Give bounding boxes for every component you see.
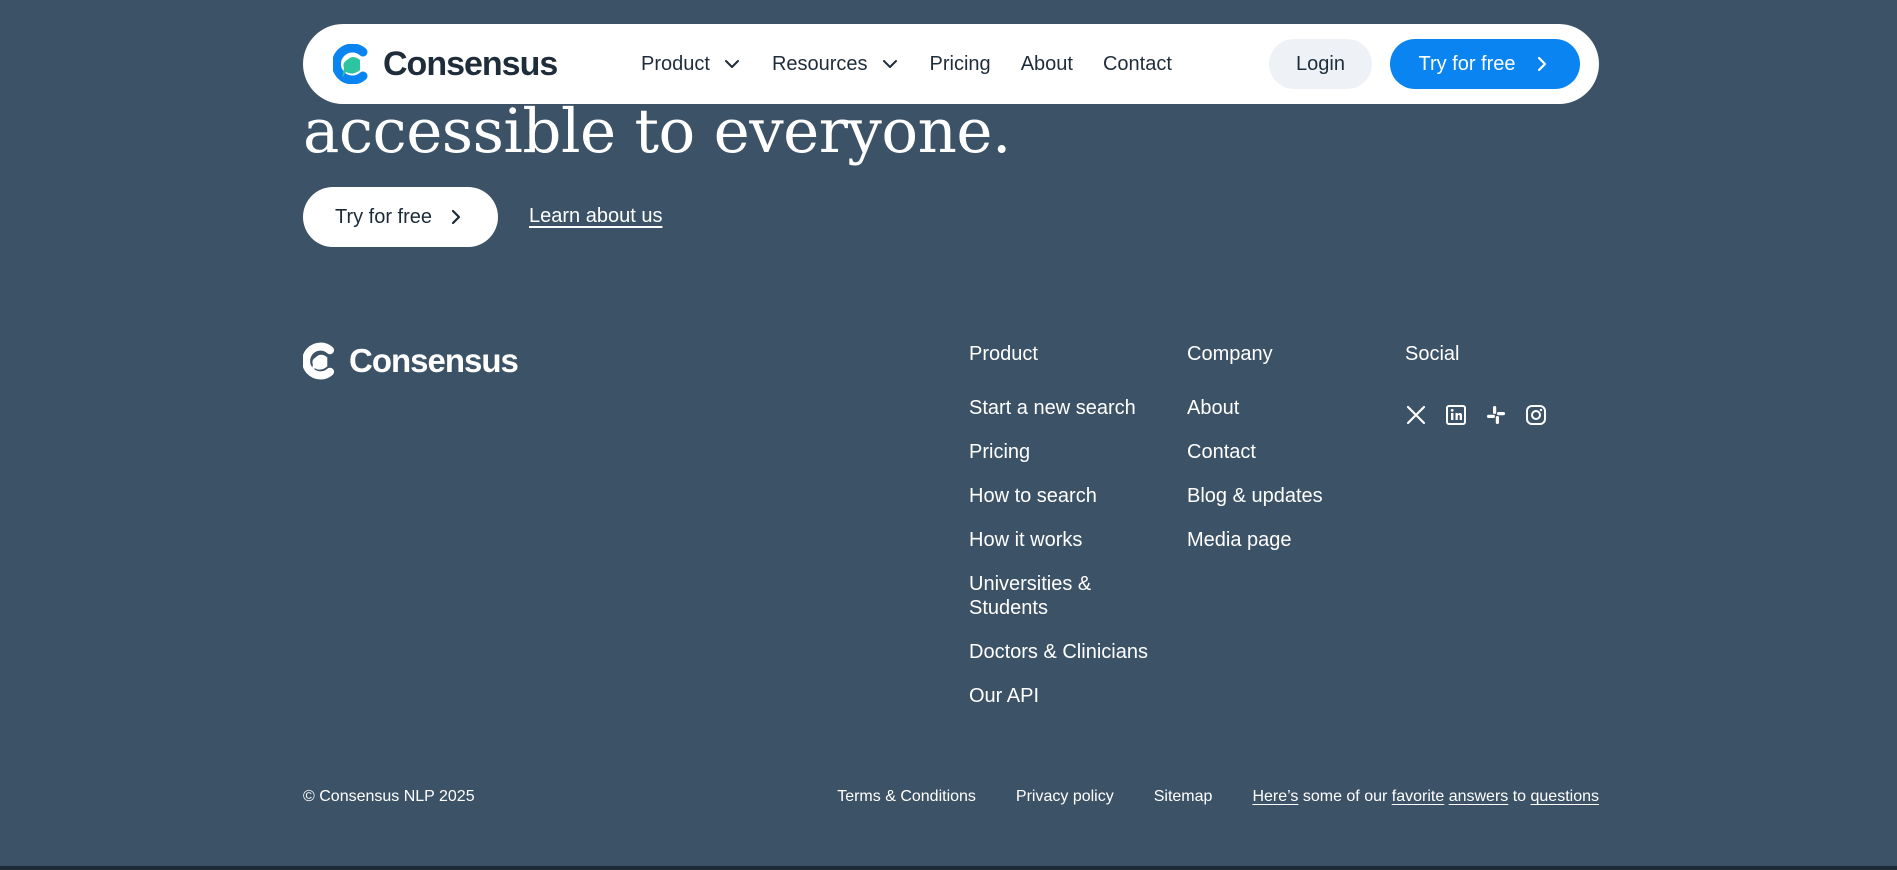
- footer-company-column: Company About Contact Blog & updates Med…: [1187, 343, 1377, 572]
- answers-link[interactable]: answers: [1449, 788, 1509, 806]
- nav-try-free-button[interactable]: Try for free: [1390, 39, 1580, 89]
- learn-about-us-link[interactable]: Learn about us: [529, 205, 662, 228]
- nav-contact[interactable]: Contact: [1103, 53, 1172, 76]
- terms-link[interactable]: Terms & Conditions: [837, 788, 976, 806]
- bottom-edge-line: [0, 866, 1897, 870]
- footer-link-blog[interactable]: Blog & updates: [1187, 484, 1377, 508]
- slack-icon[interactable]: [1485, 404, 1507, 426]
- consensus-logo-icon: [303, 342, 335, 380]
- footer-social-column: Social: [1405, 343, 1547, 426]
- footer-brand-name: Consensus: [349, 342, 519, 379]
- footer-link-doctors[interactable]: Doctors & Clinicians: [969, 640, 1159, 664]
- nav-resources[interactable]: Resources: [772, 53, 900, 76]
- nav-menu: Product Resources Pricing About Contact: [641, 24, 1202, 104]
- instagram-icon[interactable]: [1525, 404, 1547, 426]
- nav-product-label: Product: [641, 52, 710, 75]
- nav-resources-label: Resources: [771, 52, 868, 75]
- footer-company-heading: Company: [1187, 343, 1273, 365]
- footer-link-about[interactable]: About: [1187, 396, 1377, 420]
- chevron-right-icon: [1537, 56, 1546, 72]
- navbar: Consensus Product Resources Pricing Abou…: [303, 24, 1599, 104]
- footer-bottom-bar: © Consensus NLP 2025 Terms & Conditions …: [303, 786, 1599, 810]
- nav-about[interactable]: About: [1021, 53, 1073, 76]
- sitemap-link[interactable]: Sitemap: [1154, 788, 1213, 806]
- chevron-down-icon: [724, 60, 739, 68]
- hero-try-free-label: Try for free: [334, 205, 433, 228]
- nav-logo[interactable]: Consensus: [333, 44, 558, 84]
- footer-link-api[interactable]: Our API: [969, 684, 1159, 708]
- privacy-link[interactable]: Privacy policy: [1016, 788, 1114, 806]
- hero-try-free-button[interactable]: Try for free: [303, 187, 498, 247]
- some-of-our-text: some of our: [1298, 788, 1392, 805]
- questions-link[interactable]: questions: [1531, 788, 1600, 806]
- page: accessible to everyone. Try for free Lea…: [0, 0, 1897, 870]
- favorite-link[interactable]: favorite: [1392, 788, 1444, 806]
- nav-pricing[interactable]: Pricing: [930, 53, 991, 76]
- linkedin-icon[interactable]: [1445, 404, 1467, 426]
- footer-link-how-to-search[interactable]: How to search: [969, 484, 1159, 508]
- footer-link-media[interactable]: Media page: [1187, 528, 1377, 552]
- footer-social-heading: Social: [1405, 343, 1460, 365]
- to-text: to: [1508, 788, 1531, 805]
- footer-link-how-it-works[interactable]: How it works: [969, 528, 1159, 552]
- footer-link-contact[interactable]: Contact: [1187, 440, 1377, 464]
- brand-name: Consensus: [383, 44, 558, 83]
- chevron-right-icon: [451, 209, 461, 225]
- legal-links: Terms & Conditions Privacy policy Sitema…: [837, 788, 1599, 806]
- footer-link-pricing[interactable]: Pricing: [969, 440, 1159, 464]
- footer-link-start-search[interactable]: Start a new search: [969, 396, 1159, 420]
- footer-product-column: Product Start a new search Pricing How t…: [969, 343, 1159, 728]
- nav-product[interactable]: Product: [641, 53, 742, 76]
- chevron-down-icon: [882, 60, 897, 68]
- consensus-logo-icon: [333, 44, 368, 84]
- heres-link[interactable]: Here’s: [1252, 788, 1298, 806]
- hero-heading: accessible to everyone.: [303, 96, 1011, 167]
- footer-product-heading: Product: [969, 343, 1038, 365]
- footer-link-universities[interactable]: Universities & Students: [969, 572, 1099, 620]
- copyright-text: © Consensus NLP 2025: [303, 788, 475, 805]
- social-icons: [1405, 404, 1547, 426]
- x-icon[interactable]: [1405, 404, 1427, 426]
- login-button[interactable]: Login: [1269, 39, 1372, 89]
- footer-logo[interactable]: Consensus: [303, 342, 519, 380]
- nav-try-free-label: Try for free: [1418, 52, 1516, 75]
